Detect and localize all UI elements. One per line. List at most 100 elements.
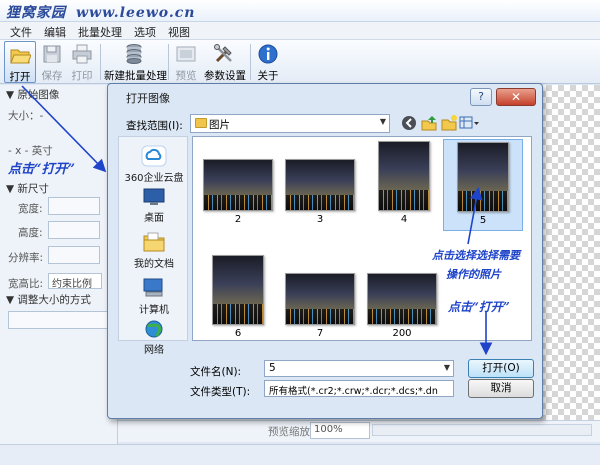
- folder-icon: [195, 118, 207, 128]
- site-url: www.leewo.cn: [76, 5, 196, 21]
- filetype-select[interactable]: 所有格式(*.cr2;*.crw;*.dcr;*.dcs;*.dn: [264, 380, 454, 397]
- save-button[interactable]: 保存: [38, 41, 66, 83]
- file-item[interactable]: 3: [281, 159, 359, 225]
- filetype-value: 所有格式(*.cr2;*.crw;*.dcr;*.dcs;*.dn: [269, 386, 438, 397]
- file-name: 200: [392, 328, 412, 339]
- help-button[interactable]: ?: [470, 88, 492, 106]
- chevron-down-icon: ▼: [443, 363, 450, 372]
- place-cloud-disk[interactable]: 360企业云盘: [119, 145, 189, 184]
- place-label: 360企业云盘: [124, 173, 184, 184]
- annotation-select-photo-line2: 操作的照片: [446, 268, 501, 281]
- left-settings-panel: ▼ 原始图像 大小：- - x - 英寸 ▼ 新尺寸 宽度: 高度: 分辨率: …: [0, 85, 118, 453]
- photo-thumbnail: [285, 273, 355, 325]
- photo-thumbnail: [378, 141, 430, 211]
- width-label: 宽度:: [18, 203, 43, 215]
- file-item[interactable]: 4: [369, 141, 439, 225]
- preview-zoom-label: 预览缩放:: [268, 426, 314, 438]
- height-label: 高度:: [18, 227, 43, 239]
- menu-bar: 文件 编辑 批量处理 选项 视图: [0, 22, 600, 40]
- tools-icon: [214, 44, 232, 63]
- folder-open-icon: [10, 49, 31, 64]
- print-button[interactable]: 打印: [68, 41, 96, 83]
- save-label: 保存: [41, 70, 63, 82]
- site-name: 狸窝家园: [6, 5, 66, 21]
- file-item[interactable]: 7: [281, 273, 359, 339]
- look-in-select[interactable]: 图片 ▼: [190, 114, 390, 133]
- preview-button[interactable]: 预览: [172, 41, 200, 83]
- place-label: 计算机: [139, 305, 169, 316]
- preview-icon: [176, 46, 196, 62]
- image-canvas[interactable]: [540, 85, 600, 420]
- original-size-label: 大小：-: [8, 110, 44, 122]
- place-network[interactable]: 网络: [119, 319, 189, 356]
- new-batch-button[interactable]: 新建批量处理: [104, 41, 167, 83]
- site-header: 狸窝家园 www.leewo.cn: [0, 0, 600, 22]
- settings-label: 参数设置: [204, 70, 246, 82]
- photo-thumbnail: [212, 255, 264, 325]
- menu-options[interactable]: 选项: [128, 22, 162, 39]
- filename-label: 文件名(N):: [190, 366, 242, 378]
- annotation-click-open-right: 点击“打开”: [448, 300, 510, 314]
- back-icon[interactable]: [400, 114, 418, 132]
- new-size-header[interactable]: ▼ 新尺寸: [6, 181, 49, 196]
- network-globe-icon: [145, 320, 163, 338]
- open-button[interactable]: 打开: [4, 41, 36, 83]
- toolbar: 打开 保存 打印 新建批量处理 预览 参数设置 关于: [0, 40, 600, 84]
- menu-file[interactable]: 文件: [4, 22, 38, 39]
- close-button[interactable]: ✕: [496, 88, 536, 106]
- resolution-input[interactable]: [48, 246, 100, 264]
- chevron-down-icon: ▼: [379, 117, 386, 126]
- up-folder-icon[interactable]: [420, 114, 438, 132]
- original-image-header[interactable]: ▼ 原始图像: [6, 87, 59, 102]
- cloud-icon: [141, 145, 167, 167]
- cancel-button[interactable]: 取消: [468, 379, 534, 398]
- photo-thumbnail: [367, 273, 437, 325]
- file-item[interactable]: 6: [207, 255, 269, 339]
- place-desktop[interactable]: 桌面: [119, 187, 189, 224]
- toolbar-separator: [168, 44, 169, 80]
- toolbar-separator: [250, 44, 251, 80]
- photo-thumbnail: [203, 159, 273, 211]
- horizontal-scrollbar[interactable]: [372, 424, 592, 436]
- place-computer[interactable]: 计算机: [119, 277, 189, 316]
- menu-edit[interactable]: 编辑: [38, 22, 72, 39]
- file-item[interactable]: 200: [363, 273, 441, 339]
- file-item[interactable]: 2: [199, 159, 277, 225]
- about-label: 关于: [257, 70, 279, 82]
- print-label: 打印: [71, 70, 93, 82]
- save-icon: [43, 45, 61, 63]
- open-label: 打开: [9, 71, 31, 83]
- dialog-title: 打开图像: [126, 92, 170, 105]
- settings-button[interactable]: 参数设置: [204, 41, 246, 83]
- open-file-button[interactable]: 打开(O): [468, 359, 534, 378]
- filename-value: 5: [269, 362, 276, 374]
- places-bar: 360企业云盘 桌面 我的文档 计算机 网络: [118, 136, 189, 356]
- file-name: 7: [316, 328, 324, 339]
- width-input[interactable]: [48, 197, 100, 215]
- database-icon: [126, 44, 142, 64]
- file-item-selected[interactable]: 5: [443, 139, 523, 231]
- documents-folder-icon: [143, 232, 165, 252]
- look-in-label: 查找范围(I):: [126, 120, 183, 132]
- aspect-ratio-select[interactable]: 约束比例: [48, 273, 102, 290]
- menu-view[interactable]: 视图: [162, 22, 196, 39]
- annotation-select-photo: 点击选择选择需要: [432, 249, 520, 262]
- zoom-select[interactable]: 100%: [310, 422, 370, 439]
- menu-batch[interactable]: 批量处理: [72, 22, 128, 39]
- original-dimension-label: - x - 英寸: [8, 145, 53, 157]
- filename-input[interactable]: 5 ▼: [264, 360, 454, 377]
- resize-method-header[interactable]: ▼ 调整大小的方式: [6, 292, 91, 307]
- height-input[interactable]: [48, 221, 100, 239]
- resize-method-select[interactable]: [8, 311, 108, 329]
- toolbar-separator: [100, 44, 101, 80]
- view-menu-icon[interactable]: [458, 114, 480, 132]
- resolution-label: 分辨率:: [8, 252, 44, 264]
- photo-thumbnail: [457, 142, 509, 212]
- new-folder-icon[interactable]: [440, 114, 458, 132]
- place-documents[interactable]: 我的文档: [119, 231, 189, 270]
- computer-icon: [143, 278, 163, 297]
- filetype-label: 文件类型(T):: [190, 386, 251, 398]
- photo-thumbnail: [285, 159, 355, 211]
- preview-label: 预览: [175, 70, 197, 82]
- about-button[interactable]: 关于: [254, 41, 282, 83]
